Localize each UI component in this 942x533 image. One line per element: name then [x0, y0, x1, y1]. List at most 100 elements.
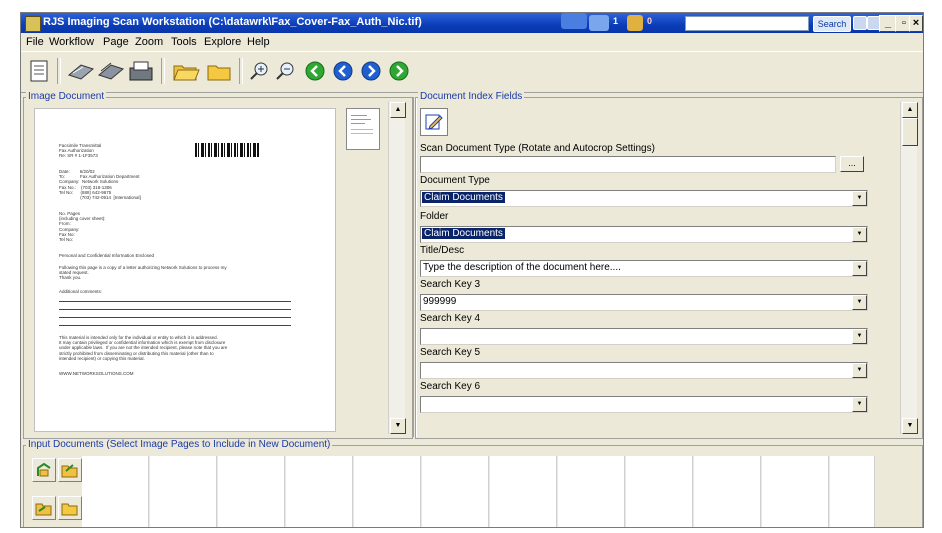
image-scrollbar[interactable]: ▲ ▼: [388, 102, 406, 434]
index-fields-label: Document Index Fields: [418, 91, 525, 102]
next-page-icon[interactable]: [359, 58, 383, 84]
scroll-up-button[interactable]: ▲: [902, 102, 918, 118]
page-header: Facsimile Transmittal Fax Authorization …: [59, 143, 102, 159]
window-title: RJS Imaging Scan Workstation (C:\datawrk…: [43, 16, 422, 28]
menu-zoom[interactable]: Zoom: [135, 36, 163, 48]
document-page[interactable]: Facsimile Transmittal Fax Authorization …: [34, 108, 336, 432]
chevron-down-icon[interactable]: ▼: [852, 191, 867, 206]
chevron-down-icon[interactable]: ▼: [852, 329, 867, 344]
scan-batch-icon[interactable]: [97, 58, 125, 84]
page-notice: This material is intended only for the i…: [59, 335, 228, 361]
page-body: Following this page is a copy of a lette…: [59, 265, 227, 281]
document-icon[interactable]: [27, 58, 51, 84]
import-icon[interactable]: [32, 458, 56, 482]
scan-type-field[interactable]: [420, 156, 836, 173]
index-fields-panel: Document Index Fields Scan Document Type…: [415, 91, 923, 439]
folder-icon[interactable]: [205, 58, 233, 84]
image-document-panel: Image Document Facsimile Transmittal Fax…: [23, 91, 413, 439]
chevron-down-icon[interactable]: ▼: [852, 227, 867, 242]
index-scrollbar[interactable]: ▲ ▼: [900, 102, 918, 434]
title-bar: RJS Imaging Scan Workstation (C:\datawrk…: [21, 13, 923, 33]
input-thumbnail-slot[interactable]: [626, 456, 693, 527]
first-page-icon[interactable]: [303, 58, 327, 84]
scroll-up-button[interactable]: ▲: [390, 102, 406, 118]
input-thumbnail-slot[interactable]: [150, 456, 217, 527]
search-key-3-select[interactable]: 999999 ▼: [420, 294, 868, 311]
input-thumbnail-slot[interactable]: [82, 456, 149, 527]
title-select[interactable]: Type the description of the document her…: [420, 260, 868, 277]
comment-line: [59, 317, 291, 318]
page-confidential: Personal and Confidential Information En…: [59, 253, 155, 258]
scan-type-browse-button[interactable]: ...: [840, 156, 864, 172]
menu-explore[interactable]: Explore: [204, 36, 241, 48]
menu-help[interactable]: Help: [247, 36, 270, 48]
chevron-down-icon[interactable]: ▼: [852, 397, 867, 412]
input-documents-label: Input Documents (Select Image Pages to I…: [26, 439, 333, 450]
search-key-6-select[interactable]: ▼: [420, 396, 868, 413]
chevron-down-icon[interactable]: ▼: [852, 363, 867, 378]
folder-value: Claim Documents: [422, 228, 505, 239]
document-type-value: Claim Documents: [422, 192, 505, 203]
scroll-thumb[interactable]: [902, 118, 918, 146]
menu-page[interactable]: Page: [103, 36, 129, 48]
search-key-3-label: Search Key 3: [420, 279, 481, 290]
toolbar: [21, 51, 923, 93]
edit-document-icon[interactable]: [420, 108, 448, 136]
scanner-status-icon[interactable]: [589, 15, 609, 31]
open-folder-icon[interactable]: [171, 58, 201, 84]
search-key-4-label: Search Key 4: [420, 313, 481, 324]
folder-select[interactable]: Claim Documents ▼: [420, 226, 868, 243]
previous-page-icon[interactable]: [331, 58, 355, 84]
export-folder-icon[interactable]: [32, 496, 56, 520]
search-key-5-label: Search Key 5: [420, 347, 481, 358]
scroll-down-button[interactable]: ▼: [390, 418, 406, 434]
input-thumbnail-slot[interactable]: [218, 456, 285, 527]
settings-icon[interactable]: [853, 16, 867, 30]
menu-workflow[interactable]: Workflow: [49, 36, 94, 48]
toolbar-separator: [57, 58, 61, 84]
input-thumbnail-slot[interactable]: [830, 456, 875, 527]
input-thumbnail-slot[interactable]: [286, 456, 353, 527]
import-folder-icon[interactable]: [58, 458, 82, 482]
scroll-down-button[interactable]: ▼: [902, 418, 918, 434]
page-recipient: No. Pages (including cover sheet): From:…: [59, 211, 106, 243]
search-key-5-select[interactable]: ▼: [420, 362, 868, 379]
input-documents-panel: Input Documents (Select Image Pages to I…: [23, 439, 923, 527]
network-icon[interactable]: [561, 13, 587, 29]
close-button[interactable]: ×: [909, 15, 923, 32]
user-icon[interactable]: [627, 15, 643, 31]
page-thumbnail[interactable]: [346, 108, 380, 150]
menu-bar: File Workflow Page Zoom Tools Explore He…: [21, 33, 923, 51]
input-thumbnail-slot[interactable]: [558, 456, 625, 527]
scanner-icon[interactable]: [127, 58, 155, 84]
document-type-select[interactable]: Claim Documents ▼: [420, 190, 868, 207]
last-page-icon[interactable]: [387, 58, 411, 84]
comment-line: [59, 301, 291, 302]
folder-label: Folder: [420, 211, 449, 222]
zoom-in-icon[interactable]: [247, 58, 271, 84]
input-thumbnail-slot[interactable]: [694, 456, 761, 527]
scan-icon[interactable]: [67, 58, 95, 84]
title-search-input[interactable]: [685, 16, 809, 31]
toolbar-separator: [161, 58, 165, 84]
input-thumbnail-slot[interactable]: [354, 456, 421, 527]
menu-tools[interactable]: Tools: [171, 36, 197, 48]
title-search-button[interactable]: Search: [813, 16, 851, 32]
comment-line: [59, 309, 291, 310]
zoom-out-icon[interactable]: [273, 58, 297, 84]
input-thumbnail-slot[interactable]: [490, 456, 557, 527]
page-details: Date: 6/20/02 To: Fax Authorization Depa…: [59, 169, 141, 201]
menu-file[interactable]: File: [26, 36, 44, 48]
page-comments-label: Additional comments:: [59, 289, 103, 294]
search-key-4-select[interactable]: ▼: [420, 328, 868, 345]
title-value: Type the description of the document her…: [423, 262, 621, 273]
chevron-down-icon[interactable]: ▼: [852, 295, 867, 310]
scan-type-label: Scan Document Type (Rotate and Autocrop …: [420, 143, 655, 154]
chevron-down-icon[interactable]: ▼: [852, 261, 867, 276]
folder-icon[interactable]: [58, 496, 82, 520]
page-website: WWW.NETWORKSOLUTIONS.COM: [59, 371, 134, 376]
document-type-label: Document Type: [420, 175, 490, 186]
input-thumbnail-slot[interactable]: [422, 456, 489, 527]
search-key-6-label: Search Key 6: [420, 381, 481, 392]
input-thumbnail-slot[interactable]: [762, 456, 829, 527]
